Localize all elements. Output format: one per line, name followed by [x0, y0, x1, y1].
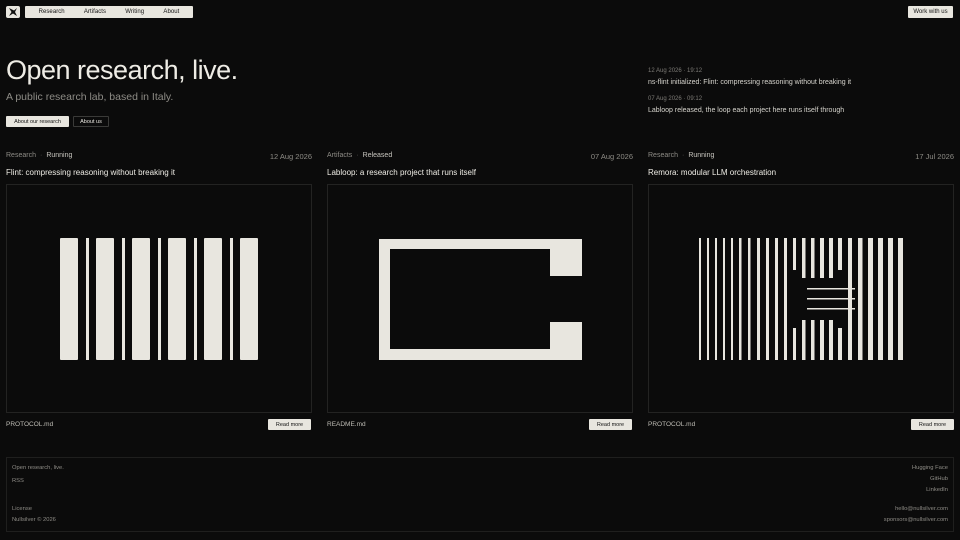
about-us-button[interactable]: About us: [73, 116, 109, 127]
meta-separator: ·: [356, 152, 359, 159]
card-title[interactable]: Labloop: a research project that runs it…: [327, 168, 476, 177]
status-badge: Released: [362, 152, 393, 159]
card-artwork[interactable]: [327, 184, 633, 413]
about-research-button[interactable]: About our research: [6, 116, 69, 127]
star-logo-icon: [9, 8, 17, 16]
card-artwork[interactable]: [648, 184, 954, 413]
nav-item-artifacts[interactable]: Artifacts: [84, 9, 106, 15]
license-link[interactable]: License: [12, 506, 32, 512]
footer-link-linkedin[interactable]: LinkedIn: [828, 487, 948, 493]
news-item[interactable]: Labloop released, the loop each project …: [648, 107, 844, 114]
news-item[interactable]: ns-flint initialized: Flint: compressing…: [648, 79, 851, 86]
card-file-link[interactable]: README.md: [327, 421, 366, 428]
page-subtitle: A public research lab, based in Italy.: [6, 91, 174, 103]
rss-link[interactable]: RSS: [12, 478, 24, 484]
footer: [6, 457, 954, 532]
meta-separator: ·: [39, 152, 43, 159]
card-file-link[interactable]: PROTOCOL.md: [648, 421, 695, 428]
loop-bracket-shape-icon: [379, 239, 582, 360]
card-category[interactable]: Artifacts: [327, 152, 352, 159]
footer-link-github[interactable]: GitHub: [828, 476, 948, 482]
copyright: Nullsilver © 2026: [12, 517, 56, 523]
card-meta: Research · Running: [6, 152, 72, 159]
card-meta: Research · Running: [648, 152, 714, 159]
footer-email-hello[interactable]: hello@nullsilver.com: [828, 506, 948, 512]
card-category[interactable]: Research: [6, 152, 36, 159]
logo[interactable]: [6, 6, 20, 18]
nav-item-research[interactable]: Research: [39, 9, 65, 15]
card-title[interactable]: Flint: compressing reasoning without bre…: [6, 168, 175, 177]
card-file-link[interactable]: PROTOCOL.md: [6, 421, 53, 428]
nav-item-writing[interactable]: Writing: [125, 9, 144, 15]
page-title: Open research, live.: [6, 55, 238, 85]
card-date: 12 Aug 2026: [269, 152, 312, 161]
card-meta: Artifacts · Released: [327, 152, 392, 159]
read-more-button[interactable]: Read more: [268, 419, 311, 430]
footer-link-hugging-face[interactable]: Hugging Face: [828, 465, 948, 471]
read-more-button[interactable]: Read more: [589, 419, 632, 430]
card-date: 17 Jul 2026: [915, 152, 954, 161]
meta-separator: ·: [681, 152, 685, 159]
read-more-button[interactable]: Read more: [911, 419, 954, 430]
news-date: 12 Aug 2026 · 19:12: [648, 68, 703, 74]
vertical-bars-pattern-icon: [60, 238, 258, 360]
status-badge: Running: [46, 152, 73, 159]
footer-tagline: Open research, live.: [12, 465, 64, 471]
card-artwork[interactable]: [6, 184, 312, 413]
striped-lines-pattern-icon: [699, 238, 903, 360]
work-with-us-button[interactable]: Work with us: [908, 6, 953, 18]
card-title[interactable]: Remora: modular LLM orchestration: [648, 168, 776, 177]
card-date: 07 Aug 2026: [590, 152, 633, 161]
footer-email-sponsors[interactable]: sponsors@nullsilver.com: [828, 517, 948, 523]
main-nav: Research Artifacts Writing About: [25, 6, 193, 18]
status-badge: Running: [688, 152, 715, 159]
card-category[interactable]: Research: [648, 152, 678, 159]
news-date: 07 Aug 2026 · 09:12: [648, 96, 703, 102]
nav-item-about[interactable]: About: [163, 9, 179, 15]
